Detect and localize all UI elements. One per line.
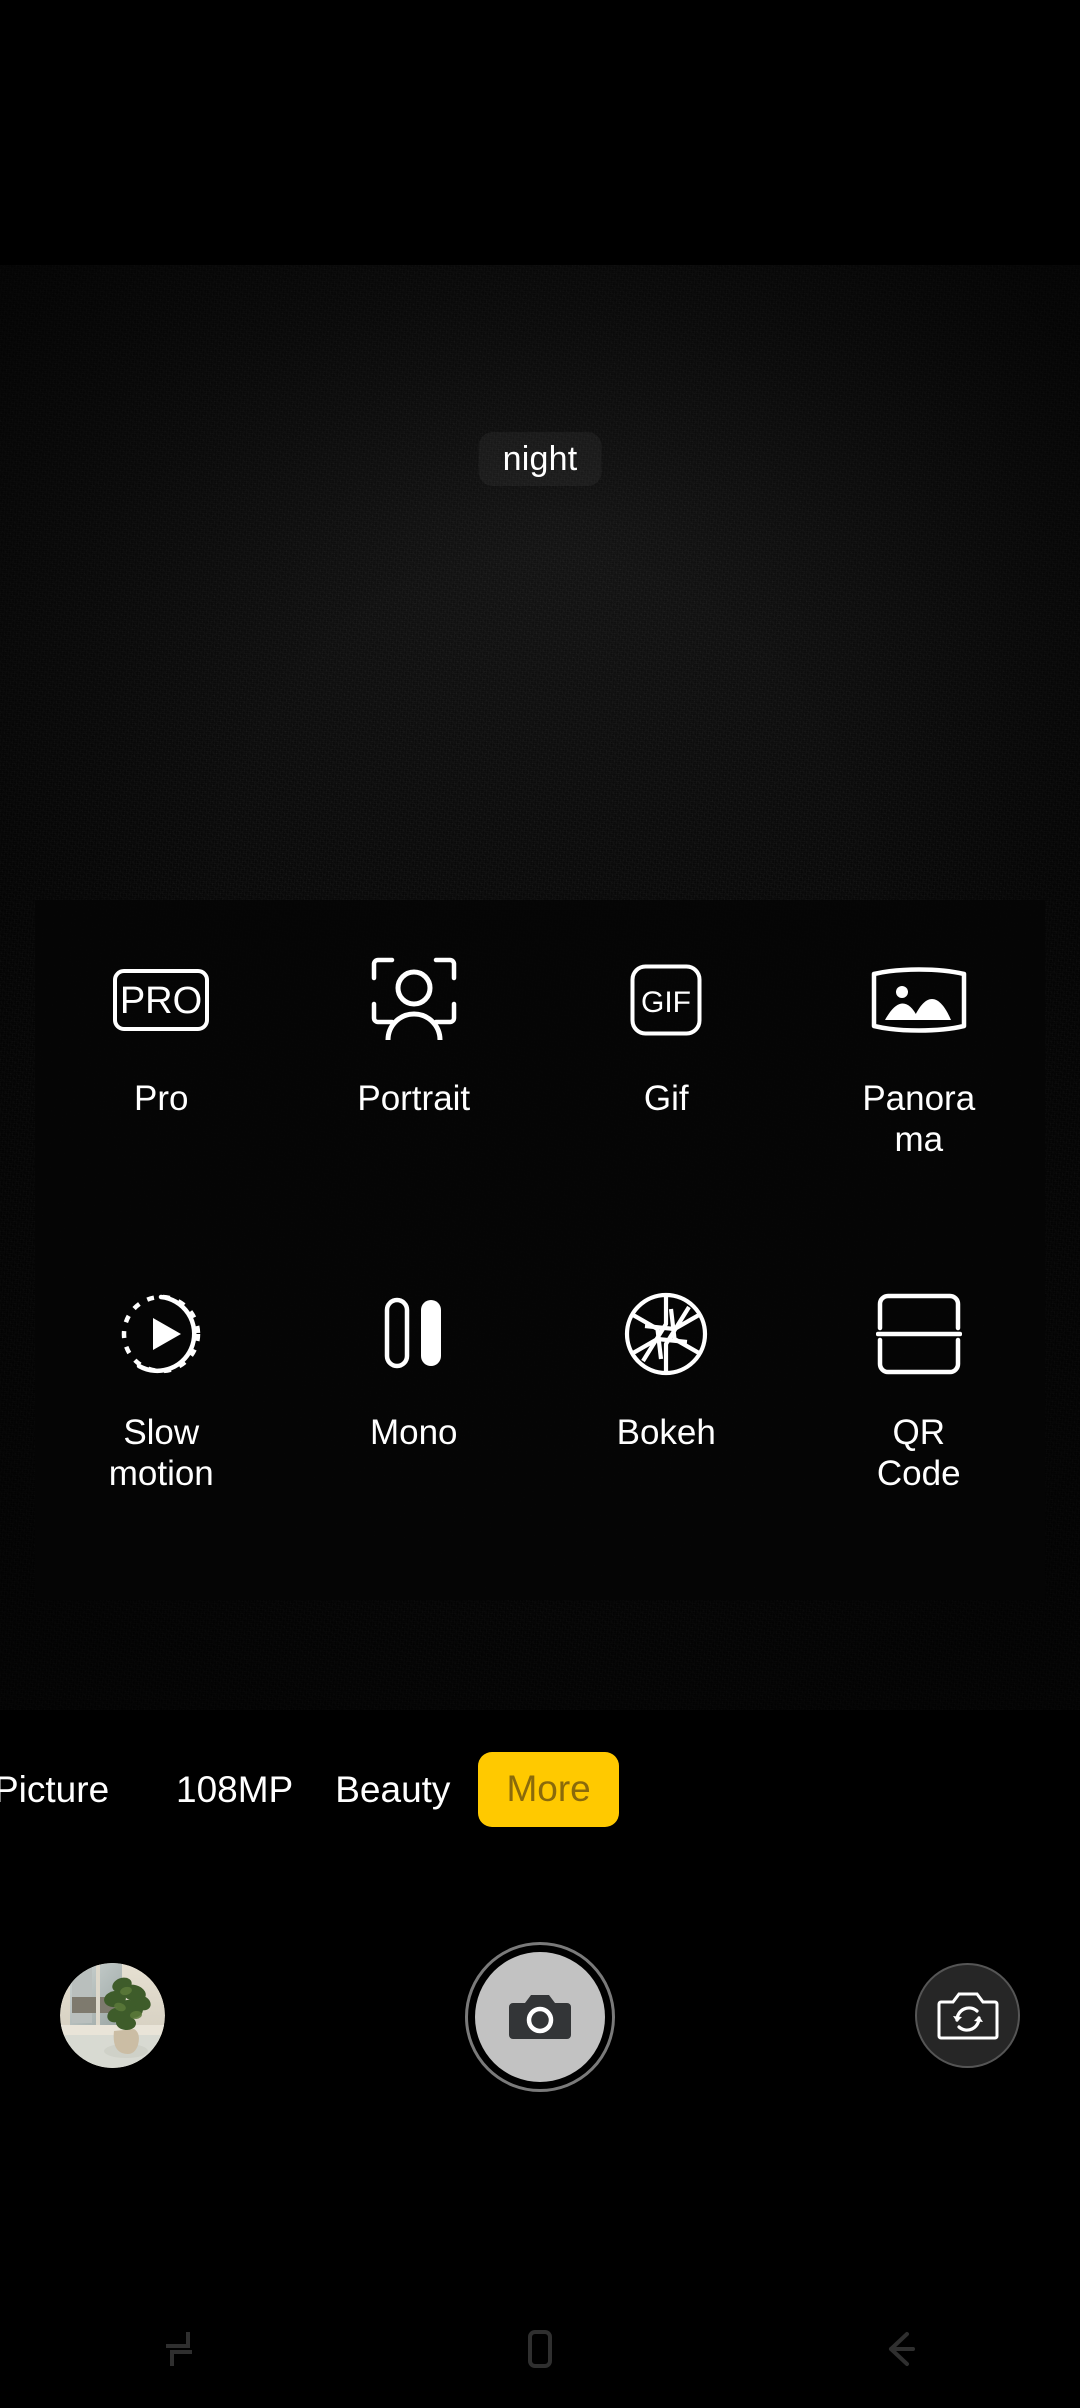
home-icon[interactable]: [360, 2290, 720, 2408]
scene-indicator: night: [478, 432, 602, 486]
back-icon[interactable]: [720, 2290, 1080, 2408]
svg-text:GIF: GIF: [641, 986, 691, 1019]
pro-badge-icon: PRO: [101, 954, 221, 1046]
mode-label: Bokeh: [616, 1413, 716, 1452]
mode-label: Panorama: [862, 1079, 976, 1159]
mode-item-portrait[interactable]: Portrait: [288, 924, 541, 1258]
mode-label: Portrait: [357, 1079, 471, 1118]
shutter-inner: [475, 1952, 605, 2082]
mode-strip-item-picture[interactable]: Picture: [0, 1771, 146, 1808]
mode-item-qr-code[interactable]: QR Code: [793, 1258, 1046, 1592]
mode-label: Pro: [134, 1079, 189, 1118]
mode-row-2: Slow motion Mono Bokeh QR Code: [35, 1258, 1045, 1592]
slow-motion-play-icon: [101, 1288, 221, 1380]
panorama-icon: [859, 954, 979, 1046]
switch-camera-icon: [937, 1992, 998, 2039]
system-navigation-bar: [0, 2290, 1080, 2408]
mode-item-mono[interactable]: Mono: [288, 1258, 541, 1592]
last-photo-thumbnail[interactable]: [60, 1963, 165, 2068]
more-modes-panel: PRO Pro Portrait GIF Gif Panorama Slow m…: [35, 900, 1045, 1600]
mode-item-bokeh[interactable]: Bokeh: [540, 1258, 793, 1592]
aperture-icon: [606, 1288, 726, 1380]
camera-app-screen: night PRO Pro Portrait GIF Gif Panorama …: [0, 0, 1080, 2408]
mode-label: QR Code: [876, 1413, 961, 1493]
mode-item-panorama[interactable]: Panorama: [793, 924, 1046, 1258]
shutter-bar: [0, 1900, 1080, 2190]
switch-camera-button[interactable]: [915, 1963, 1020, 2068]
camera-icon: [509, 1995, 571, 2039]
mode-strip-item-more[interactable]: More: [478, 1751, 619, 1827]
mode-item-slow-motion[interactable]: Slow motion: [35, 1258, 288, 1592]
mono-bars-icon: [354, 1288, 474, 1380]
mode-item-gif[interactable]: GIF Gif: [540, 924, 793, 1258]
mode-label: Gif: [643, 1079, 689, 1118]
shutter-button[interactable]: [465, 1942, 615, 2092]
svg-text:PRO: PRO: [120, 980, 202, 1022]
mode-label: Mono: [369, 1413, 458, 1452]
gif-badge-icon: GIF: [606, 954, 726, 1046]
qr-scan-icon: [859, 1288, 979, 1380]
mode-strip-item-beauty[interactable]: Beauty: [335, 1771, 450, 1808]
mode-strip: Picture 108MP Beauty More: [0, 1740, 1080, 1838]
mode-item-pro[interactable]: PRO Pro: [35, 924, 288, 1258]
mode-strip-item-108mp[interactable]: 108MP: [176, 1771, 293, 1808]
mode-row-1: PRO Pro Portrait GIF Gif Panorama: [35, 924, 1045, 1258]
portrait-person-frame-icon: [354, 954, 474, 1046]
mode-label: Slow motion: [108, 1413, 214, 1493]
recents-icon[interactable]: [0, 2290, 360, 2408]
